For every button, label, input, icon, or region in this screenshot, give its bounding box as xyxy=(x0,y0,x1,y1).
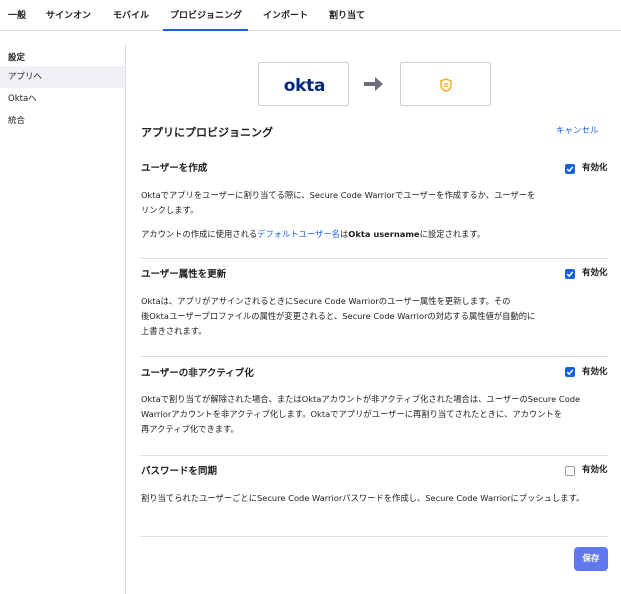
default-username-link[interactable]: デフォルトユーザー名 xyxy=(257,229,340,239)
deactivate-users-checkbox[interactable] xyxy=(565,367,575,377)
tab-mobile[interactable]: モバイル xyxy=(113,8,149,21)
tab-sign-on[interactable]: サインオン xyxy=(46,8,91,21)
deactivate-users-description: Oktaで割り当てが解除された場合、またはOktaアカウントが非アクティブ化され… xyxy=(141,392,611,437)
tab-provisioning[interactable]: プロビジョニング xyxy=(170,8,242,21)
sidebar-item-label: アプリへ xyxy=(8,72,43,82)
sidebar-heading: 設定 xyxy=(8,53,26,63)
sync-password-checkbox[interactable] xyxy=(565,466,575,476)
description-line: Oktaで割り当てが解除された場合、またはOktaアカウントが非アクティブ化され… xyxy=(141,394,581,404)
update-attributes-enabled-label: 有効化 xyxy=(582,268,608,278)
sidebar-item-to-okta[interactable]: Oktaへ xyxy=(0,88,125,110)
section-divider xyxy=(141,455,608,456)
sidebar-item-integration[interactable]: 統合 xyxy=(0,110,125,132)
section-divider xyxy=(141,258,608,259)
save-button[interactable]: 保存 xyxy=(574,547,608,571)
arrow-right-icon xyxy=(364,77,383,91)
update-attributes-description: Oktaは、アプリがアサインされるときにSecure Code Warriorの… xyxy=(141,294,611,339)
description-line: リンクします。 xyxy=(141,205,199,215)
note-text: に設定されます。 xyxy=(419,229,486,239)
description-line: 後Oktaユーザープロファイルの属性が変更されると、Secure Code Wa… xyxy=(141,311,536,321)
check-icon xyxy=(566,369,574,376)
okta-username-value: Okta username xyxy=(348,229,420,239)
section-title-update-attributes: ユーザー属性を更新 xyxy=(141,269,227,280)
create-users-description: Oktaでアプリをユーザーに割り当てる際に、Secure Code Warrio… xyxy=(141,188,611,218)
section-divider xyxy=(141,356,608,357)
tab-bar: 一般 サインオン モバイル プロビジョニング インポート 割り当て xyxy=(0,0,621,31)
description-line: 再アクティブ化できます。 xyxy=(141,424,239,434)
check-icon xyxy=(566,271,574,278)
description-line: Oktaでアプリをユーザーに割り当てる際に、Secure Code Warrio… xyxy=(141,190,536,200)
description-line: Oktaは、アプリがアサインされるときにSecure Code Warriorの… xyxy=(141,296,511,306)
secure-code-warrior-logo-box xyxy=(400,62,491,106)
description-line: 上書きされます。 xyxy=(141,326,207,336)
section-divider xyxy=(141,536,608,537)
note-text: アカウントの作成に使用される xyxy=(141,229,258,239)
tab-import[interactable]: インポート xyxy=(263,8,308,21)
settings-sidebar: 設定 アプリへ Oktaへ 統合 xyxy=(0,45,126,594)
sync-password-description: 割り当てられたユーザーごとにSecure Code Warriorパスワードを作… xyxy=(141,491,611,506)
description-line: 割り当てられたユーザーごとにSecure Code Warriorパスワードを作… xyxy=(141,493,585,503)
okta-logo: okta xyxy=(283,76,326,96)
create-users-checkbox[interactable] xyxy=(565,164,575,174)
check-icon xyxy=(566,166,574,173)
section-title-create-users: ユーザーを作成 xyxy=(141,163,208,174)
section-title-sync-password: パスワードを同期 xyxy=(141,466,218,477)
tab-assignments[interactable]: 割り当て xyxy=(329,8,365,21)
tab-general[interactable]: 一般 xyxy=(8,8,26,21)
section-title-deactivate-users: ユーザーの非アクティブ化 xyxy=(141,368,254,379)
okta-logo-box: okta xyxy=(258,62,349,106)
create-users-enabled-label: 有効化 xyxy=(582,163,608,173)
page-title: アプリにプロビジョニング xyxy=(141,126,273,139)
sync-password-enabled-label: 有効化 xyxy=(582,465,608,475)
cancel-link[interactable]: キャンセル xyxy=(556,124,599,136)
sidebar-item-label: 統合 xyxy=(8,116,26,126)
sidebar-item-to-app[interactable]: アプリへ xyxy=(0,66,125,88)
active-tab-indicator xyxy=(163,29,248,31)
default-username-note: アカウントの作成に使用されるデフォルトユーザー名はOkta usernameに設… xyxy=(141,227,611,242)
update-attributes-checkbox[interactable] xyxy=(565,269,575,279)
sidebar-item-label: Oktaへ xyxy=(8,94,37,104)
deactivate-users-enabled-label: 有効化 xyxy=(582,367,608,377)
description-line: Warriorアカウントを非アクティブ化します。Oktaでアプリがユーザーに再割… xyxy=(141,409,563,419)
secure-code-warrior-shield-icon xyxy=(440,78,452,92)
